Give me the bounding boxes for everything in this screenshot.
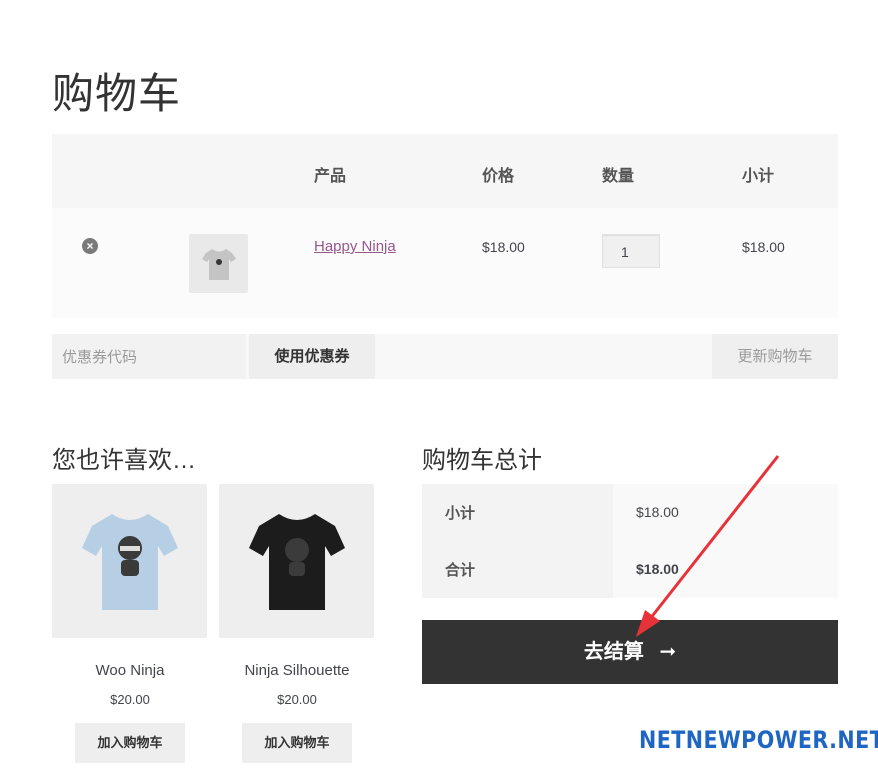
table-row: × Happy Ninja $18.00 1 $18.00 [52,208,838,318]
totals-label: 合计 [422,541,613,598]
cart-totals-title: 购物车总计 [422,447,542,474]
cross-sells-title: 您也许喜欢… [52,447,196,474]
cart-actions: 优惠券代码 使用优惠券 更新购物车 [52,334,838,379]
product-price: $20.00 [277,692,317,707]
cross-sell-card: Ninja Silhouette $20.00 加入购物车 [219,484,375,763]
arrow-right-icon: ➞ [659,641,677,663]
header-product: 产品 [314,168,347,185]
checkout-button[interactable]: 去结算 ➞ [422,620,838,684]
tshirt-gray-icon [201,248,236,280]
product-image[interactable] [219,484,374,638]
product-link[interactable]: Happy Ninja [314,238,396,255]
checkout-label: 去结算 [583,641,644,663]
cross-sell-card: Woo Ninja $20.00 加入购物车 [52,484,208,763]
add-to-cart-button[interactable]: 加入购物车 [75,723,185,763]
header-quantity: 数量 [602,168,635,185]
remove-item-icon[interactable]: × [82,238,98,254]
apply-coupon-button[interactable]: 使用优惠券 [249,334,375,379]
quantity-input[interactable]: 1 [602,234,660,268]
product-name[interactable]: Woo Ninja [52,662,208,679]
tshirt-lightblue-icon [81,514,178,610]
cart-totals-table: 小计 $18.00 合计 $18.00 [422,484,838,598]
tshirt-black-icon [248,514,345,610]
totals-value: $18.00 [613,541,838,598]
add-to-cart-button[interactable]: 加入购物车 [242,723,352,763]
product-thumbnail[interactable] [189,234,248,293]
totals-value: $18.00 [613,484,838,541]
cart-table: 产品 价格 数量 小计 × Happy Ninja $18.00 1 $18.0… [52,134,838,318]
header-subtotal: 小计 [742,168,775,185]
product-price: $20.00 [110,692,150,707]
totals-row-subtotal: 小计 $18.00 [422,484,838,541]
item-subtotal: $18.00 [742,239,785,255]
page-title: 购物车 [52,70,182,117]
product-image[interactable] [52,484,207,638]
product-name[interactable]: Ninja Silhouette [219,662,375,679]
update-cart-button[interactable]: 更新购物车 [712,334,838,379]
header-price: 价格 [482,168,515,185]
cart-table-header: 产品 价格 数量 小计 [52,134,838,208]
coupon-code-input[interactable]: 优惠券代码 [52,334,246,379]
item-price: $18.00 [482,239,525,255]
totals-row-total: 合计 $18.00 [422,541,838,598]
watermark-logo: NETNEWPOWER.NET [639,726,878,754]
totals-label: 小计 [422,484,613,541]
